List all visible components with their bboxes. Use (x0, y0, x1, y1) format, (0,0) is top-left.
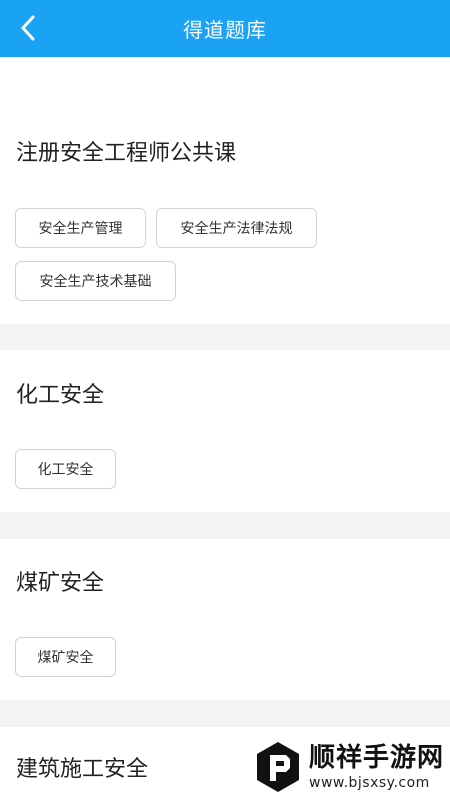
section-title: 建筑施工安全 (16, 757, 149, 782)
page-title: 得道题库 (183, 18, 267, 42)
section-title: 化工安全 (16, 383, 105, 408)
section-divider (0, 512, 450, 539)
course-tag[interactable]: 安全生产法律法规 (156, 208, 317, 248)
course-tag[interactable]: 煤矿安全 (15, 637, 116, 677)
section-divider (0, 700, 450, 727)
section-chemical-safety: 化工安全 化工安全 (0, 350, 450, 512)
course-tag[interactable]: 安全生产技术基础 (15, 261, 176, 301)
section-coal-mine-safety: 煤矿安全 煤矿安全 (0, 539, 450, 700)
chevron-left-icon (21, 15, 35, 41)
section-title: 煤矿安全 (16, 571, 105, 596)
watermark: 顺祥手游网 www.bjsxsy.com (255, 738, 445, 796)
course-tag[interactable]: 化工安全 (15, 449, 116, 489)
bjsxsy-logo-icon (257, 742, 299, 792)
section-public-course: 注册安全工程师公共课 安全生产管理 安全生产法律法规 安全生产技术基础 (0, 57, 450, 324)
watermark-name: 顺祥手游网 (309, 742, 445, 773)
section-title: 注册安全工程师公共课 (16, 141, 237, 166)
watermark-url: www.bjsxsy.com (309, 774, 430, 791)
back-button[interactable] (14, 14, 42, 42)
section-divider (0, 324, 450, 350)
app-header: 得道题库 (0, 0, 450, 57)
course-tag[interactable]: 安全生产管理 (15, 208, 146, 248)
